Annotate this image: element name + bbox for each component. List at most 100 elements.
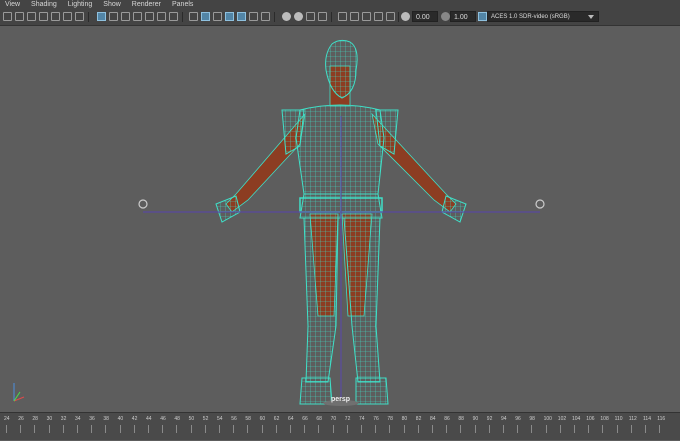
menu-show[interactable]: Show [103, 0, 121, 9]
timeline-tick-label: 52 [202, 416, 209, 422]
timeline-tick-label: 112 [628, 416, 637, 422]
timeline-tick-label: 110 [614, 416, 623, 422]
grease-pencil-icon[interactable] [63, 12, 72, 21]
xray-icon[interactable] [237, 12, 246, 21]
safe-action-icon[interactable] [133, 12, 142, 21]
timeline-tick-label: 26 [18, 416, 24, 422]
color-management-icon[interactable] [478, 12, 487, 21]
bookmarks-icon[interactable] [27, 12, 36, 21]
timeline-tick-mark [6, 425, 7, 433]
shadows-icon[interactable] [261, 12, 270, 21]
timeline-tick-mark [219, 425, 220, 433]
texture-icon[interactable] [386, 12, 395, 21]
timeline-tick-label: 84 [430, 416, 436, 422]
menu-view[interactable]: View [5, 0, 20, 9]
axis-gizmo-icon [13, 383, 25, 402]
timeline-tick-label: 88 [458, 416, 464, 422]
screen-space-ao-icon[interactable] [282, 12, 291, 21]
timeline-tick-label: 98 [529, 416, 535, 422]
exposure-icon[interactable] [401, 12, 410, 21]
timeline-tick-mark [34, 425, 36, 433]
timeline-tick-mark [346, 425, 348, 433]
camera-attributes-icon[interactable] [15, 12, 24, 21]
grid-icon[interactable] [97, 12, 106, 21]
timeline-tick-label: 28 [32, 416, 38, 422]
timeline-tick-mark [659, 425, 661, 433]
anti-aliasing-icon[interactable] [306, 12, 315, 21]
timeline-tick-mark [417, 425, 419, 433]
film-gate-icon[interactable] [109, 12, 118, 21]
xray-joints-icon[interactable] [350, 12, 359, 21]
perspective-viewport[interactable]: persp [0, 26, 680, 412]
timeline-tick-label: 34 [75, 416, 81, 422]
skeleton-joints[interactable] [138, 116, 545, 398]
menu-panels[interactable]: Panels [172, 0, 193, 9]
timeline-tick-label: 90 [472, 416, 479, 422]
menu-shading[interactable]: Shading [31, 0, 57, 9]
isolate-select-icon[interactable] [338, 12, 347, 21]
timeline-tick-label: 82 [415, 416, 422, 422]
timeline-tick-mark [233, 425, 235, 433]
timeline-tick-label: 56 [231, 416, 237, 422]
timeline-tick-label: 40 [117, 416, 124, 422]
image-plane-icon[interactable] [39, 12, 48, 21]
timeline-tick-mark [176, 425, 178, 433]
timeline-tick-label: 106 [586, 416, 595, 422]
timeline-tick-mark [148, 425, 149, 433]
lights-icon[interactable] [249, 12, 258, 21]
smooth-shade-icon[interactable] [201, 12, 210, 21]
timeline-tick-mark [460, 425, 462, 433]
timeline-tick-mark [488, 425, 490, 433]
wireframe-on-shaded-icon[interactable] [225, 12, 234, 21]
timeline-tick-mark [261, 425, 263, 433]
xray-active-components-icon[interactable] [362, 12, 371, 21]
timeline-tick-label: 104 [572, 416, 581, 422]
timeline-tick-label: 86 [444, 416, 450, 422]
timeline-tick-label: 92 [486, 416, 493, 422]
timeline-tick-label: 44 [146, 416, 152, 422]
depth-of-field-icon[interactable] [318, 12, 327, 21]
toolbar-separator [331, 12, 332, 22]
timeline-tick-label: 108 [600, 416, 609, 422]
use-default-material-icon[interactable] [213, 12, 222, 21]
safe-title-icon[interactable] [145, 12, 154, 21]
timeline-tick-mark [62, 425, 64, 433]
timeline-tick-mark [389, 425, 391, 433]
exposure-field[interactable]: 0.00 [412, 11, 438, 22]
color-space-dropdown[interactable]: ACES 1.0 SDR-video (sRGB) [487, 11, 599, 22]
timeline-tick-mark [20, 425, 22, 433]
timeline-tick-mark [559, 425, 561, 433]
timeline-tick-label: 116 [657, 416, 666, 422]
timeline-tick-mark [190, 425, 192, 433]
timeline-tick-mark [531, 425, 533, 433]
timeline-tick-label: 38 [103, 416, 109, 422]
timeline-tick-mark [133, 425, 135, 433]
overscan-icon[interactable] [169, 12, 178, 21]
timeline-tick-mark [290, 425, 291, 433]
time-slider[interactable]: 24 26 28 30 32 34 36 38 40 42 44 46 48 50 52 54 56 58 60 62… [0, 412, 680, 440]
select-camera-icon[interactable] [3, 12, 12, 21]
timeline-tick-mark [332, 425, 334, 433]
resolution-gate-icon[interactable] [75, 12, 84, 21]
menu-lighting[interactable]: Lighting [68, 0, 93, 9]
camera-name-label: persp [331, 396, 351, 403]
timeline-tick-mark [77, 425, 78, 433]
motion-blur-icon[interactable] [294, 12, 303, 21]
timeline-tick-mark [119, 425, 121, 433]
gamma-field[interactable]: 1.00 [450, 11, 476, 22]
field-chart-icon[interactable] [121, 12, 130, 21]
timeline-tick-mark [602, 425, 604, 433]
backface-culling-icon[interactable] [374, 12, 383, 21]
wireframe-icon[interactable] [189, 12, 198, 21]
timeline-tick-label: 66 [302, 416, 308, 422]
gate-mask-icon[interactable] [157, 12, 166, 21]
menu-renderer[interactable]: Renderer [132, 0, 161, 9]
timeline-tick-label: 32 [60, 416, 67, 422]
2d-pan-zoom-icon[interactable] [51, 12, 60, 21]
timeline-tick-mark [91, 425, 93, 433]
timeline-tick-mark [105, 425, 107, 433]
timeline-tick-mark [275, 425, 277, 433]
viewport-menu-bar: View Shading Lighting Show Renderer Panels [0, 0, 680, 9]
timeline-tick-label: 62 [273, 416, 280, 422]
gamma-icon[interactable] [441, 12, 450, 21]
